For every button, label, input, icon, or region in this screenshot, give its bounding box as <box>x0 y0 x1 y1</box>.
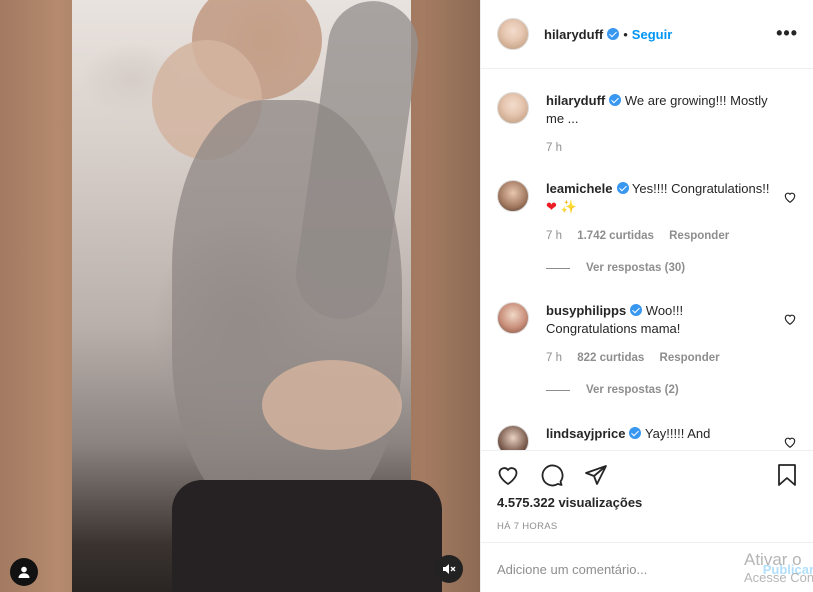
photo-jeans <box>172 480 442 592</box>
view-replies-label: Ver respostas (2) <box>586 384 679 396</box>
separator-dot: • <box>623 26 628 42</box>
comment-text: Yay!!!!! And <box>644 426 711 441</box>
photo-hand <box>262 360 402 450</box>
heart-icon <box>498 467 518 486</box>
user-icon <box>18 566 30 578</box>
verified-icon <box>630 304 643 316</box>
comment-text: Yes!!!! Congratulations!! <box>631 181 770 196</box>
video-frame[interactable] <box>72 0 442 592</box>
view-replies-button[interactable]: Ver respostas (30) <box>546 262 797 274</box>
activation-watermark: Ativar o Acesse Con <box>744 550 813 588</box>
comment-item: leamichele Yes!!!! Congratulations!! ❤ ✨… <box>497 180 797 274</box>
avatar[interactable] <box>497 92 529 124</box>
comment-time[interactable]: 7 h <box>546 352 562 364</box>
comment-time[interactable]: 7 h <box>546 230 562 242</box>
comment-likes[interactable]: 1.742 curtidas <box>577 230 654 242</box>
author-username[interactable]: hilaryduff <box>544 27 603 42</box>
comment-username[interactable]: busyphilipps <box>546 303 626 318</box>
avatar[interactable] <box>497 180 529 212</box>
avatar[interactable] <box>497 302 529 334</box>
avatar[interactable] <box>497 425 529 450</box>
post-sidebar: hilaryduff • Seguir ••• hilaryduff We ar… <box>480 0 813 592</box>
comment-button[interactable] <box>537 460 567 490</box>
comment-likes[interactable]: 822 curtidas <box>577 352 644 364</box>
caption: hilaryduff We are growing!!! Mostly me .… <box>497 92 797 154</box>
more-icon[interactable]: ••• <box>776 24 798 42</box>
verified-icon <box>607 28 620 40</box>
bookmark-icon <box>778 464 796 486</box>
view-replies-button[interactable]: Ver respostas (2) <box>546 384 797 396</box>
user-tags-icon[interactable] <box>10 558 38 586</box>
heart-icon[interactable] <box>783 312 797 326</box>
share-icon <box>585 465 607 485</box>
replies-divider <box>546 267 570 269</box>
view-replies-label: Ver respostas (30) <box>586 262 686 274</box>
watermark-line-1: Ativar o <box>744 550 802 569</box>
post-time[interactable]: HÁ 7 HORAS <box>497 521 558 532</box>
verified-icon <box>609 94 622 106</box>
comment-username[interactable]: lindsayjprice <box>546 426 625 441</box>
post-media[interactable] <box>0 0 480 592</box>
comment-username[interactable]: leamichele <box>546 181 613 196</box>
save-button[interactable] <box>772 460 802 490</box>
follow-button[interactable]: Seguir <box>632 27 672 42</box>
comment-emoji: ❤ ✨ <box>546 199 577 214</box>
comments-list[interactable]: hilaryduff We are growing!!! Mostly me .… <box>481 70 813 450</box>
caption-time[interactable]: 7 h <box>546 142 562 154</box>
like-button[interactable] <box>493 460 523 490</box>
post-actions: 4.575.322 visualizações HÁ 7 HORAS <box>481 450 813 542</box>
heart-icon[interactable] <box>783 435 797 449</box>
post-header: hilaryduff • Seguir ••• <box>481 0 813 69</box>
replies-divider <box>546 389 570 391</box>
photo-sweater <box>172 100 402 520</box>
caption-username[interactable]: hilaryduff <box>546 93 605 108</box>
verified-icon <box>616 182 629 194</box>
reply-button[interactable]: Responder <box>660 352 720 364</box>
view-count[interactable]: 4.575.322 visualizações <box>497 495 642 510</box>
avatar[interactable] <box>497 18 529 50</box>
share-button[interactable] <box>581 460 611 490</box>
verified-icon <box>629 427 642 439</box>
heart-icon[interactable] <box>783 190 797 204</box>
watermark-line-2: Acesse Con <box>744 570 813 585</box>
mute-icon <box>443 564 456 574</box>
mute-button[interactable] <box>435 555 463 583</box>
comment-item: busyphilipps Woo!!! Congratulations mama… <box>497 302 797 396</box>
comment-icon <box>541 464 564 487</box>
comment-input[interactable]: Adicione um comentário... <box>497 562 647 577</box>
reply-button[interactable]: Responder <box>669 230 729 242</box>
comment-item: lindsayjprice Yay!!!!! And <box>497 425 797 450</box>
